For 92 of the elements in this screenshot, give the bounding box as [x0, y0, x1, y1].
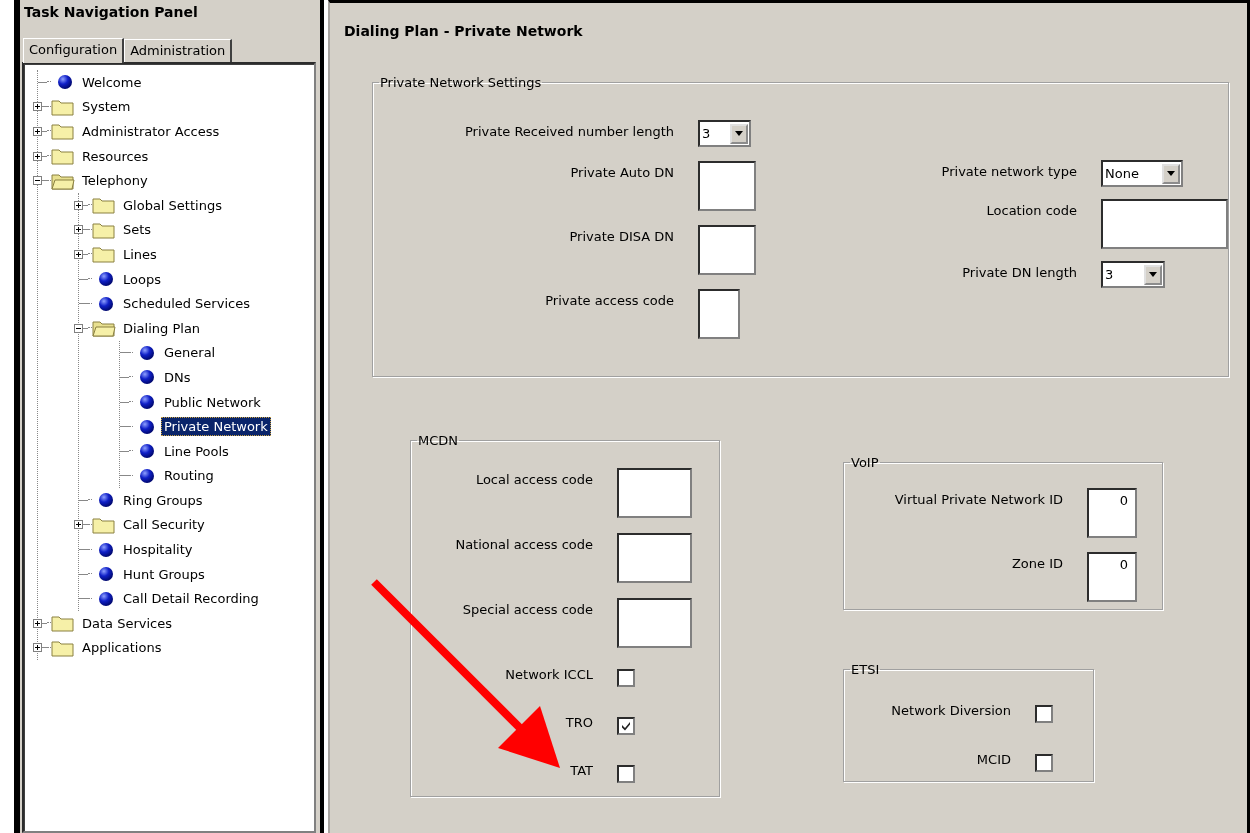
open-folder-icon: [92, 319, 116, 338]
tree-item[interactable]: Loops: [120, 269, 164, 289]
tree-item[interactable]: Lines: [120, 244, 160, 264]
tree-item[interactable]: Applications: [79, 638, 165, 658]
field-label: Private access code: [544, 292, 675, 308]
expand-icon[interactable]: [74, 225, 83, 235]
folder-icon: [51, 638, 75, 657]
expand-icon[interactable]: [33, 151, 42, 161]
caret-icon: [1167, 171, 1175, 176]
open-folder-icon: [51, 171, 75, 190]
expand-icon[interactable]: [74, 200, 83, 210]
text-field[interactable]: [698, 161, 756, 211]
tab[interactable]: Configuration: [23, 38, 125, 63]
tree-item[interactable]: Administrator Access: [79, 122, 223, 141]
folder-icon: [92, 245, 116, 264]
field-label: Private DN length: [961, 264, 1078, 280]
caret-icon: [1149, 272, 1157, 277]
text-field[interactable]: [698, 225, 756, 275]
text-field[interactable]: [698, 289, 740, 339]
expand-icon[interactable]: [33, 643, 42, 653]
tree-item[interactable]: Sets: [120, 220, 155, 240]
folder-icon: [51, 147, 75, 166]
tree-item[interactable]: Resources: [79, 146, 152, 166]
folder-icon: [51, 97, 75, 116]
tree-item[interactable]: Routing: [161, 466, 217, 486]
field-label: MCID: [975, 750, 1012, 767]
tree-item[interactable]: Welcome: [79, 72, 145, 92]
field-label: Local access code: [474, 471, 594, 487]
tree-item[interactable]: Scheduled Services: [120, 294, 253, 314]
field-label: Private network type: [940, 163, 1078, 179]
field-label: Special access code: [461, 601, 594, 617]
checkbox[interactable]: [617, 717, 635, 735]
checkbox[interactable]: [617, 669, 635, 687]
checkbox[interactable]: [1035, 704, 1053, 723]
tree-item[interactable]: Ring Groups: [120, 490, 206, 510]
group-title: Private Network Settings: [379, 75, 543, 90]
group-title: MCDN: [417, 433, 460, 448]
tree-item[interactable]: Call Security: [120, 515, 208, 535]
checkbox[interactable]: [617, 765, 635, 783]
field-label: Private Received number length: [463, 123, 675, 139]
tree-item[interactable]: Global Settings: [120, 195, 225, 215]
tree-item[interactable]: System: [79, 97, 134, 117]
tree-item[interactable]: Telephony: [79, 171, 151, 191]
text-field[interactable]: [617, 598, 692, 648]
field-label: Virtual Private Network ID: [893, 491, 1064, 507]
tree-item[interactable]: General: [161, 343, 219, 363]
folder-icon: [51, 614, 75, 633]
field-label: Private Auto DN: [569, 164, 675, 180]
expand-icon[interactable]: [74, 249, 83, 259]
expand-icon[interactable]: [33, 127, 42, 136]
group-title: ETSI: [850, 661, 881, 677]
tab[interactable]: Administration: [124, 39, 233, 62]
tree-item[interactable]: Hospitality: [120, 540, 196, 560]
text-field[interactable]: 0: [1087, 552, 1137, 602]
tree-item[interactable]: DNs: [161, 367, 194, 387]
field-label: Location code: [985, 202, 1078, 218]
field-label: National access code: [454, 536, 594, 552]
folder-icon: [92, 220, 116, 239]
field-label: Zone ID: [1010, 555, 1064, 571]
tree-item[interactable]: Hunt Groups: [120, 564, 208, 584]
text-field[interactable]: 0: [1087, 488, 1137, 538]
checkbox[interactable]: [1035, 753, 1053, 772]
group-title: VoIP: [850, 455, 880, 470]
folder-icon: [92, 196, 116, 215]
expand-icon[interactable]: [33, 102, 42, 112]
field-label: TAT: [569, 762, 594, 778]
check-icon: [620, 720, 632, 732]
collapse-icon[interactable]: [74, 323, 83, 333]
field-label: Private DISA DN: [568, 228, 675, 244]
field-label: Network Diversion: [890, 701, 1012, 718]
field-label: TRO: [564, 714, 594, 730]
field-label: Network ICCL: [504, 666, 594, 682]
collapse-icon[interactable]: [33, 176, 42, 186]
text-field[interactable]: [1101, 199, 1228, 249]
expand-icon[interactable]: [33, 618, 42, 628]
dropdown[interactable]: 3: [698, 120, 751, 147]
panel-title: Task Navigation Panel: [23, 3, 199, 22]
tree-item[interactable]: Private Network: [161, 417, 271, 437]
dropdown[interactable]: None: [1101, 160, 1183, 187]
dropdown[interactable]: 3: [1101, 261, 1165, 288]
expand-icon[interactable]: [74, 520, 83, 530]
page-title: Dialing Plan - Private Network: [344, 23, 584, 39]
tree-item[interactable]: Data Services: [79, 613, 175, 633]
tree-item[interactable]: Line Pools: [161, 441, 232, 461]
caret-icon: [735, 131, 743, 136]
tree-item[interactable]: Call Detail Recording: [120, 589, 262, 609]
folder-icon: [92, 516, 116, 534]
tree-item[interactable]: Dialing Plan: [120, 318, 204, 338]
tree-item[interactable]: Public Network: [161, 392, 264, 412]
text-field[interactable]: [617, 533, 692, 583]
text-field[interactable]: [617, 468, 692, 518]
folder-icon: [51, 122, 75, 141]
